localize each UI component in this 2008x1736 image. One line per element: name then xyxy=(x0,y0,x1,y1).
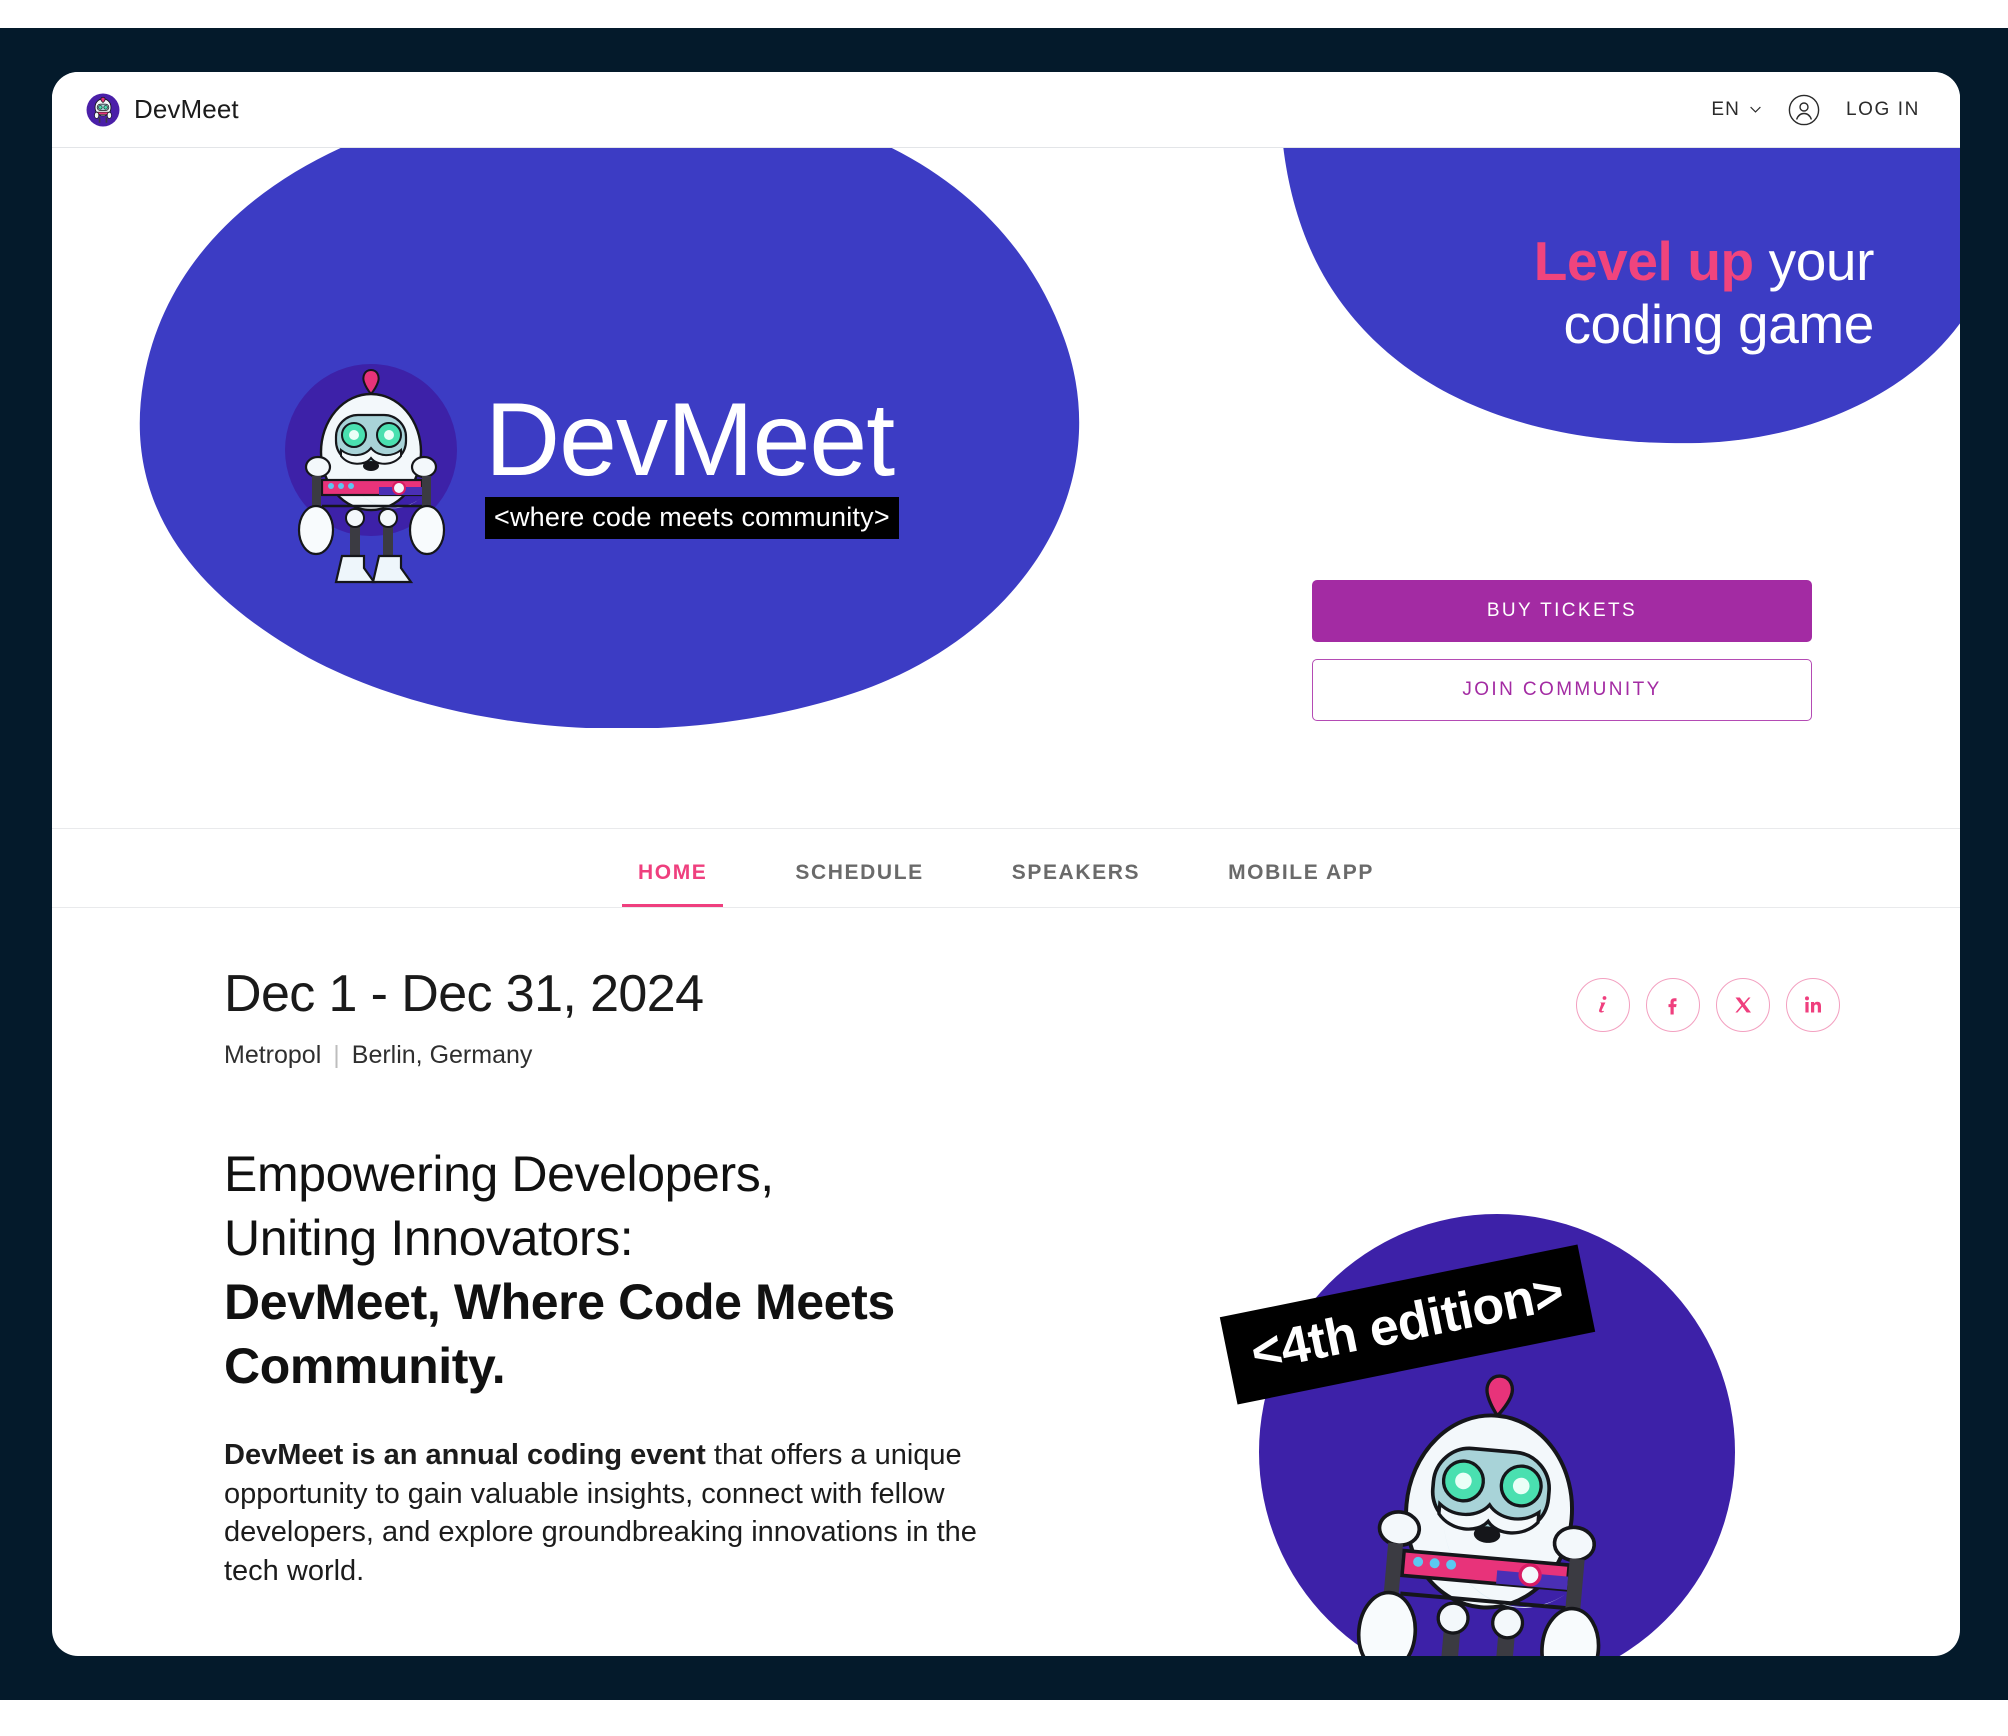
facebook-icon[interactable] xyxy=(1646,978,1700,1032)
robot-mascot-icon xyxy=(285,364,457,584)
tagline-accent: Level up xyxy=(1533,230,1754,292)
info-icon[interactable] xyxy=(1576,978,1630,1032)
event-venue-line: Metropol | Berlin, Germany xyxy=(224,1041,703,1070)
headline-line-1: Empowering Developers, xyxy=(224,1146,774,1202)
hero-section: Level up your coding game DevMeet <where… xyxy=(52,148,1960,828)
venue-location: Berlin, Germany xyxy=(351,1041,533,1069)
tagline-rest: your xyxy=(1753,230,1875,292)
event-dates: Dec 1 - Dec 31, 2024 xyxy=(224,965,704,1023)
join-community-button[interactable]: JOIN COMMUNITY xyxy=(1312,659,1812,721)
social-links xyxy=(1576,978,1840,1032)
chevron-down-icon xyxy=(1750,106,1761,113)
linkedin-icon[interactable] xyxy=(1786,978,1840,1032)
event-info-row: Dec 1 - Dec 31, 2024 Metropol | Berlin, … xyxy=(52,908,1960,1070)
user-circle-icon[interactable] xyxy=(1788,94,1820,126)
tagline-line2: coding game xyxy=(1563,292,1874,355)
linkedin-glyph xyxy=(1805,996,1821,1013)
top-bar: DevMeet EN LOG IN xyxy=(52,72,1960,148)
buy-tickets-button[interactable]: BUY TICKETS xyxy=(1312,580,1812,642)
x-glyph xyxy=(1735,997,1751,1013)
tab-schedule[interactable]: SCHEDULE xyxy=(779,835,939,907)
event-details: Dec 1 - Dec 31, 2024 Metropol | Berlin, … xyxy=(224,964,704,1070)
main-content: Empowering Developers, Uniting Innovator… xyxy=(224,1142,1014,1590)
tab-mobile-app[interactable]: MOBILE APP xyxy=(1212,835,1390,907)
hero-tagline: Level up your coding game xyxy=(1314,230,1875,355)
tab-speakers[interactable]: SPEAKERS xyxy=(996,835,1156,907)
headline-line-2: Uniting Innovators: xyxy=(224,1210,634,1266)
robot-avatar-icon xyxy=(86,93,120,126)
x-twitter-icon[interactable] xyxy=(1716,978,1770,1032)
language-label: EN xyxy=(1711,98,1740,120)
language-selector[interactable]: EN xyxy=(1711,99,1762,121)
brand-logo[interactable]: DevMeet xyxy=(86,93,239,127)
brand-name: DevMeet xyxy=(134,94,239,124)
paragraph-lead: DevMeet is an annual coding event xyxy=(224,1439,706,1471)
page-card: DevMeet EN LOG IN Level up your coding g… xyxy=(52,72,1960,1656)
screenshot-root: DevMeet EN LOG IN Level up your coding g… xyxy=(0,0,2008,1736)
venue-separator: | xyxy=(333,1041,340,1069)
headline-bold: DevMeet, Where Code Meets Community. xyxy=(224,1274,895,1394)
hero-cta-group: BUY TICKETS JOIN COMMUNITY xyxy=(1312,580,1812,721)
main-headline: Empowering Developers, Uniting Innovator… xyxy=(224,1142,1014,1398)
info-glyph xyxy=(1599,996,1607,1013)
facebook-glyph xyxy=(1668,998,1677,1015)
main-paragraph: DevMeet is an annual coding event that o… xyxy=(224,1436,1014,1590)
login-button[interactable]: LOG IN xyxy=(1846,99,1920,121)
hero-logo-lockup: DevMeet <where code meets community> xyxy=(284,340,899,590)
wordmark-title: DevMeet xyxy=(485,381,895,498)
top-bar-actions: EN LOG IN xyxy=(1711,94,1920,126)
tab-home[interactable]: HOME xyxy=(622,835,724,907)
wordmark-subtitle: <where code meets community> xyxy=(485,497,899,540)
main-nav: HOME SCHEDULE SPEAKERS MOBILE APP xyxy=(52,828,1960,908)
edition-artwork: <4th edition> xyxy=(1197,1132,1797,1656)
hero-wordmark: DevMeet <where code meets community> xyxy=(485,381,899,540)
venue-name: Metropol xyxy=(224,1041,322,1069)
